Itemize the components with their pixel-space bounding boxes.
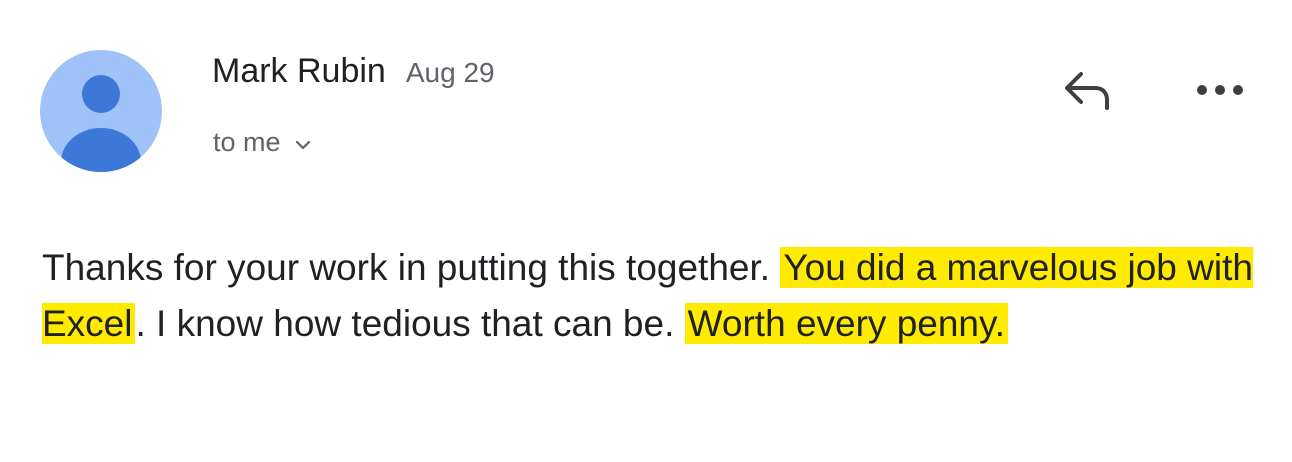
more-options-button[interactable] xyxy=(1180,60,1260,120)
message-body: Thanks for your work in putting this tog… xyxy=(42,240,1262,352)
message-date: Aug 29 xyxy=(405,57,495,88)
message-text: Thanks for your work in putting this tog… xyxy=(42,247,781,288)
highlighted-text: Worth every penny. xyxy=(684,303,1009,344)
sender-name[interactable]: Mark Rubin xyxy=(212,52,386,91)
sender-avatar[interactable] xyxy=(40,50,162,172)
message-text: . I know how tedious that can be. xyxy=(135,303,685,344)
more-horizontal-icon xyxy=(1197,85,1243,95)
recipient-label: to me xyxy=(213,127,281,157)
reply-button[interactable] xyxy=(1052,60,1122,120)
chevron-down-icon xyxy=(295,127,311,158)
reply-icon xyxy=(1065,72,1109,110)
sender-header: Mark Rubin Aug 29 xyxy=(212,52,495,91)
recipient-details-toggle[interactable]: to me xyxy=(213,127,311,158)
person-avatar-icon xyxy=(61,75,141,172)
